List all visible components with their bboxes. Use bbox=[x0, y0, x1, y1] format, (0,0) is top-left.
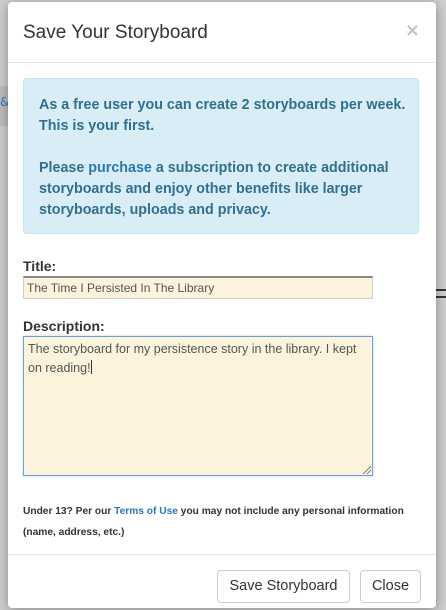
title-label: Title: bbox=[23, 258, 57, 274]
close-icon[interactable]: × bbox=[405, 20, 420, 41]
modal-title: Save Your Storyboard bbox=[23, 22, 208, 43]
modal-header: Save Your Storyboard × bbox=[8, 2, 436, 63]
description-textarea[interactable]: The storyboard for my persistence story … bbox=[23, 336, 373, 476]
description-text: The storyboard for my persistence story … bbox=[28, 342, 357, 375]
modal-footer: Save Storyboard Close bbox=[8, 554, 436, 609]
terms-of-use-link[interactable]: Terms of Use bbox=[114, 506, 178, 517]
title-input[interactable]: The Time I Persisted In The Library bbox=[23, 276, 373, 299]
alert-upgrade-prefix: Please bbox=[39, 160, 89, 176]
save-storyboard-button[interactable]: Save Storyboard bbox=[217, 570, 350, 603]
description-label: Description: bbox=[23, 318, 105, 334]
age-notice-prefix: Under 13? Per our bbox=[23, 506, 115, 517]
close-button[interactable]: Close bbox=[360, 570, 421, 603]
text-caret bbox=[90, 360, 92, 374]
alert-limit-text: As a free user you can create 2 storyboa… bbox=[39, 97, 406, 134]
purchase-link[interactable]: purchase bbox=[88, 160, 152, 176]
age-notice: Under 13? Per our Terms of Use you may n… bbox=[23, 501, 423, 543]
info-alert: As a free user you can create 2 storyboa… bbox=[23, 78, 419, 234]
save-storyboard-modal: Save Your Storyboard × As a free user yo… bbox=[8, 2, 436, 608]
resize-handle[interactable] bbox=[363, 466, 371, 474]
alert-upgrade-text: Please purchase a subscription to create… bbox=[39, 158, 406, 221]
